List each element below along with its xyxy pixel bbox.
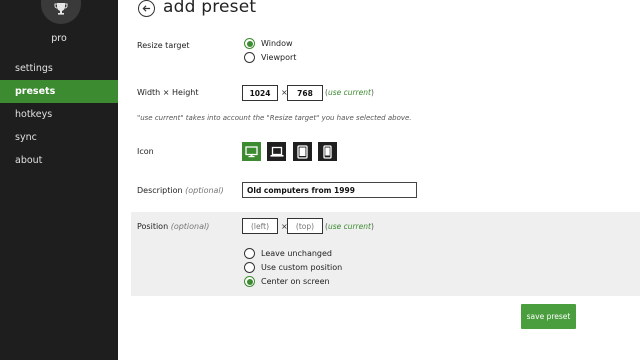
description-label: Description (optional) — [137, 186, 224, 195]
radio-custom-position[interactable]: Use custom position — [244, 262, 342, 273]
sidebar-item-hotkeys[interactable]: hotkeys — [0, 103, 118, 126]
page-title: add preset — [163, 0, 257, 17]
size-paren-close: ) — [370, 88, 374, 97]
icon-label: Icon — [137, 147, 154, 156]
radio-leave-unchanged[interactable]: Leave unchanged — [244, 248, 332, 259]
radio-center-on-screen[interactable]: Center on screen — [244, 276, 330, 287]
tablet-icon — [297, 144, 308, 159]
radio-leave-unchanged-label: Leave unchanged — [261, 249, 332, 258]
sidebar: pro settings presets hotkeys sync about — [0, 0, 118, 360]
radio-viewport-indicator[interactable] — [244, 52, 255, 63]
size-use-current-link[interactable]: use current — [328, 88, 371, 97]
icon-option-tablet[interactable] — [293, 142, 312, 161]
position-label: Position (optional) — [137, 222, 209, 231]
icon-option-laptop[interactable] — [267, 142, 286, 161]
page-header: add preset — [138, 0, 256, 17]
position-label-text: Position — [137, 222, 169, 231]
back-button[interactable] — [138, 0, 155, 17]
size-use-current: (use current) — [325, 88, 374, 97]
radio-center-on-screen-label: Center on screen — [261, 277, 330, 286]
position-use-current: (use current) — [325, 222, 374, 231]
brand-label: pro — [51, 33, 67, 44]
trophy-icon — [41, 0, 81, 24]
radio-center-on-screen-indicator[interactable] — [244, 276, 255, 287]
position-optional: (optional) — [170, 222, 210, 231]
save-preset-button[interactable]: save preset — [521, 304, 576, 329]
sidebar-nav: settings presets hotkeys sync about — [0, 57, 118, 172]
resize-target-label: Resize target — [137, 41, 190, 50]
radio-window-label: Window — [261, 39, 293, 48]
use-current-hint: "use current" takes into account the "Re… — [137, 114, 412, 122]
radio-leave-unchanged-indicator[interactable] — [244, 248, 255, 259]
desktop-icon — [245, 145, 258, 157]
position-use-current-link[interactable]: use current — [328, 222, 371, 231]
description-label-text: Description — [137, 186, 183, 195]
position-paren-close: ) — [370, 222, 374, 231]
icon-option-desktop[interactable] — [242, 142, 261, 161]
position-top-input[interactable] — [287, 218, 323, 234]
icon-option-phone[interactable] — [318, 142, 337, 161]
phone-icon — [323, 144, 332, 159]
sidebar-item-about[interactable]: about — [0, 149, 118, 172]
sidebar-item-sync[interactable]: sync — [0, 126, 118, 149]
arrow-left-icon — [142, 5, 151, 12]
size-label: Width × Height — [137, 88, 199, 97]
height-input[interactable] — [287, 85, 323, 101]
width-input[interactable] — [242, 85, 278, 101]
laptop-icon — [270, 146, 283, 157]
sidebar-item-settings[interactable]: settings — [0, 57, 118, 80]
radio-window-indicator[interactable] — [244, 38, 255, 49]
radio-custom-position-label: Use custom position — [261, 263, 343, 272]
radio-viewport-label: Viewport — [261, 53, 297, 62]
sidebar-item-presets[interactable]: presets — [0, 80, 118, 103]
radio-viewport[interactable]: Viewport — [244, 52, 296, 63]
description-optional: (optional) — [185, 186, 224, 195]
radio-window[interactable]: Window — [244, 38, 293, 49]
description-input[interactable] — [242, 182, 417, 198]
radio-custom-position-indicator[interactable] — [244, 262, 255, 273]
position-left-input[interactable] — [242, 218, 278, 234]
